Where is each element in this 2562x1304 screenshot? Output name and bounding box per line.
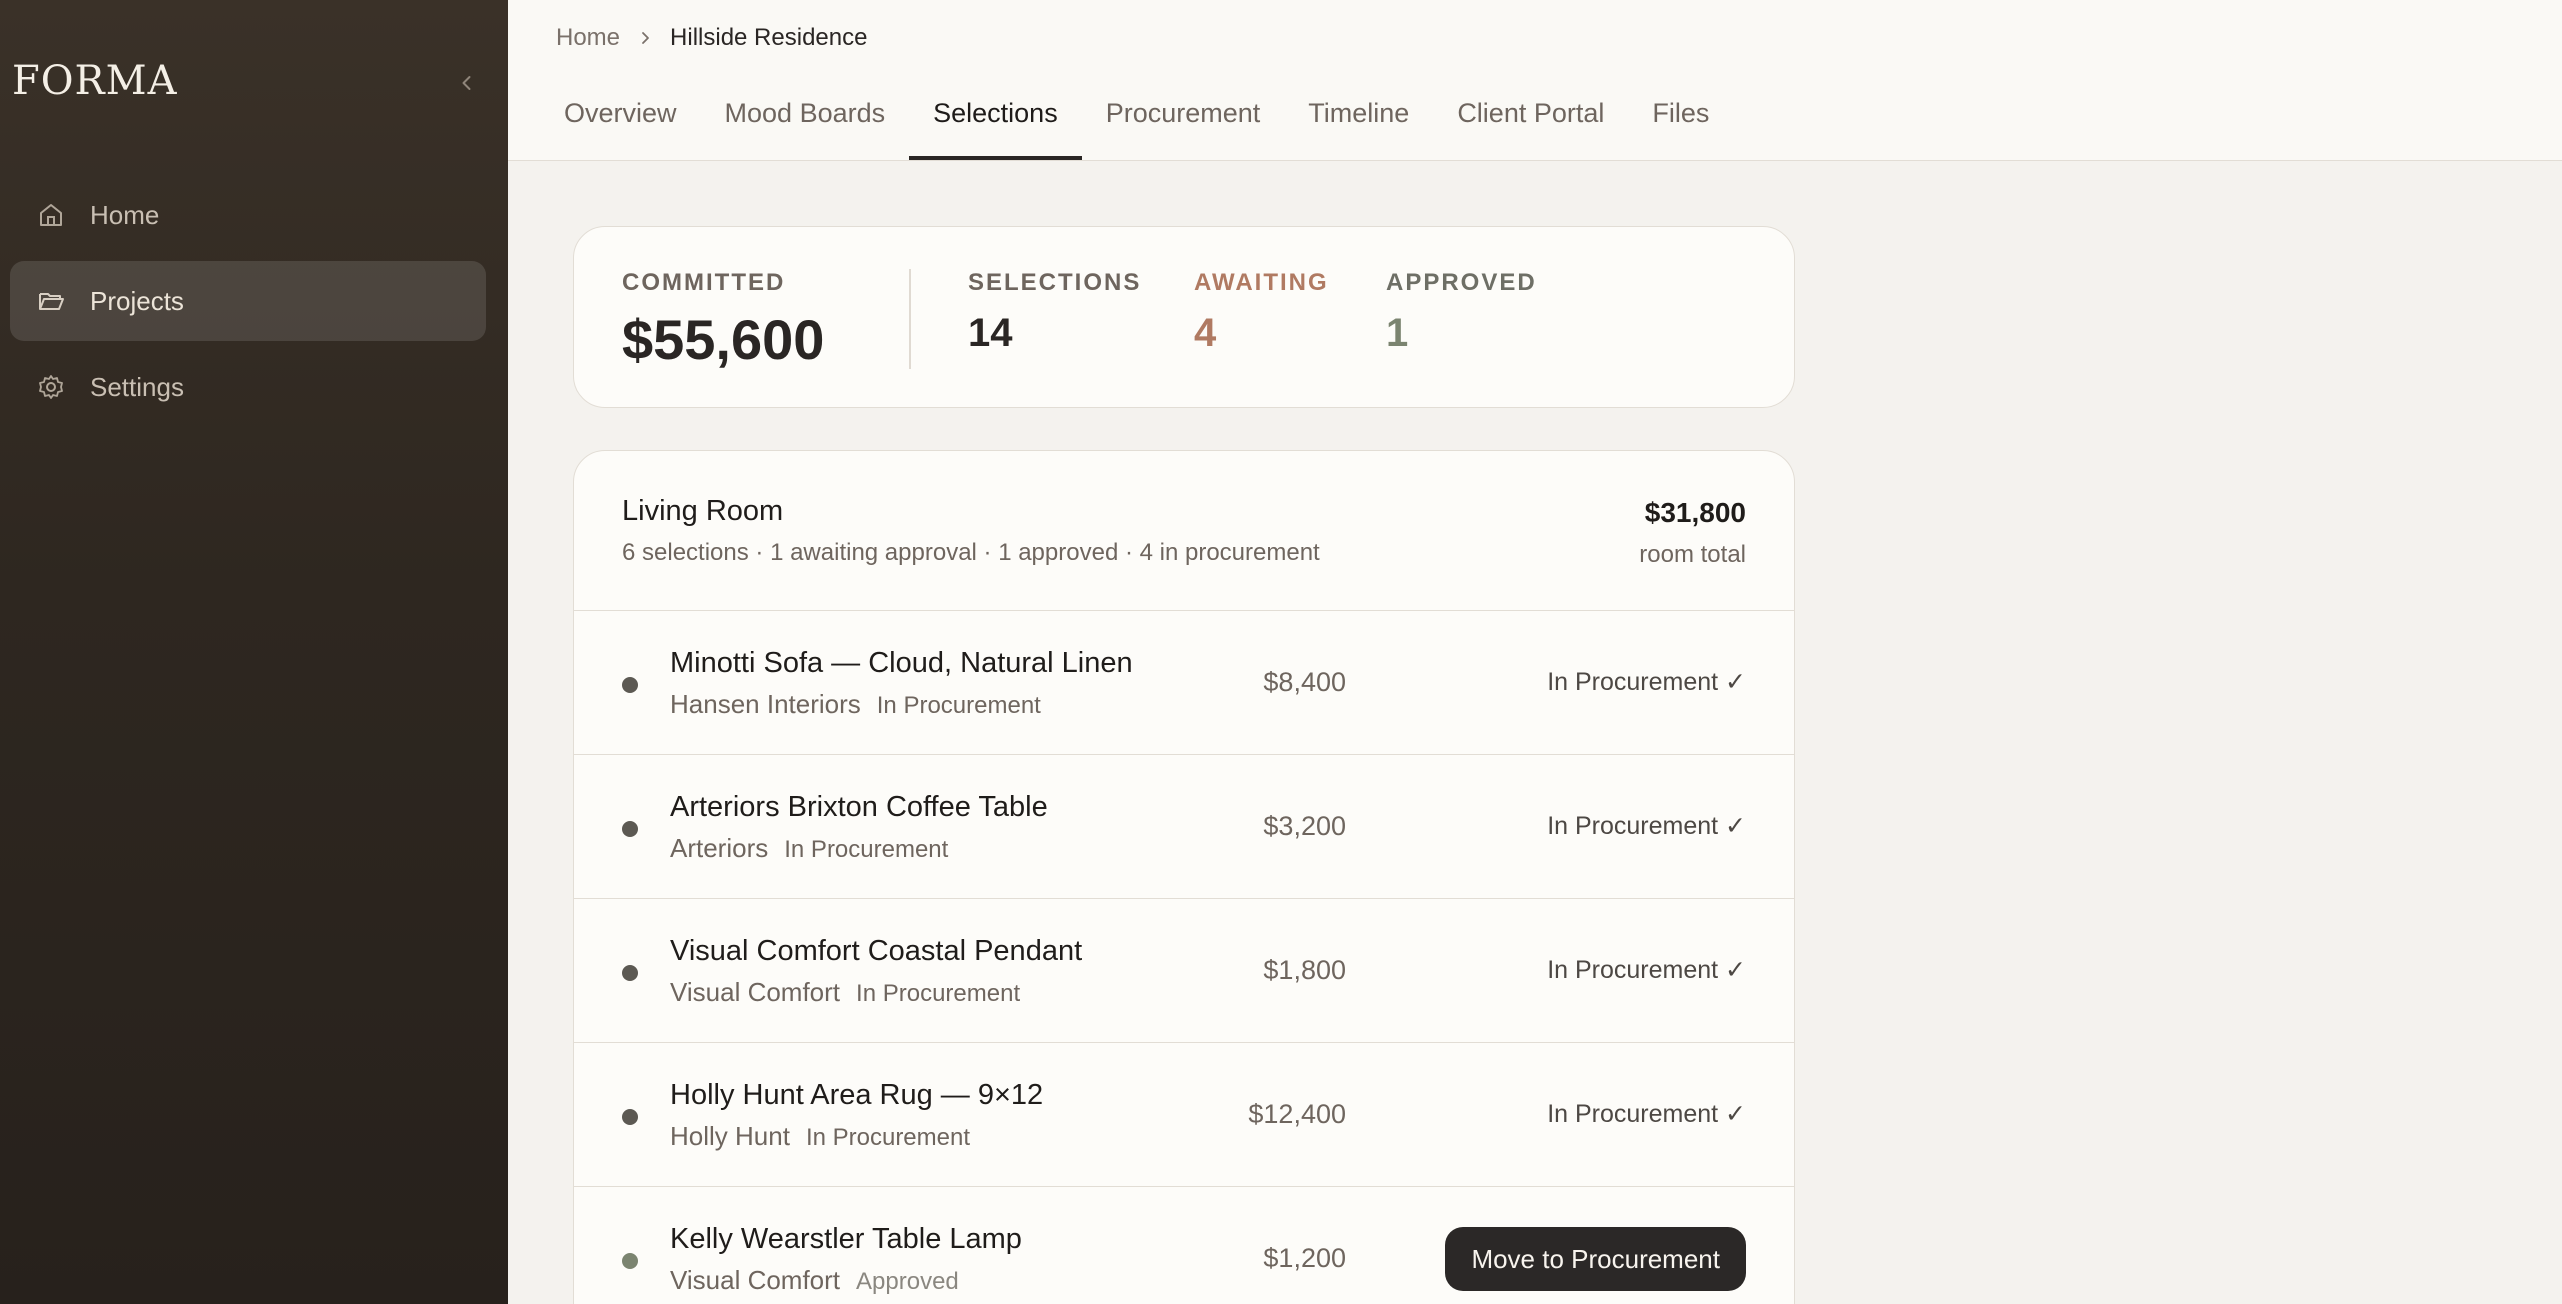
procurement-status: In Procurement ✓ — [1547, 1100, 1746, 1128]
collapse-sidebar-button[interactable] — [452, 70, 482, 100]
item-status: In Procurement — [856, 980, 1021, 1007]
item-sub: Holly Hunt In Procurement — [670, 1121, 970, 1152]
item-price: $1,200 — [1263, 1243, 1346, 1273]
item-status: Approved — [856, 1268, 959, 1295]
summary-divider — [909, 269, 911, 369]
item-sub: Hansen Interiors In Procurement — [670, 689, 1041, 720]
item-status: In Procurement — [805, 1124, 971, 1151]
item-price: $1,800 — [1263, 955, 1346, 985]
room-title: Living Room — [622, 495, 784, 527]
project-tabs: Overview Mood Boards Selections Procurem… — [540, 88, 1733, 160]
approved-label: APPROVED — [1386, 269, 1537, 296]
item-price: $3,200 — [1263, 811, 1346, 841]
main-content: Home Hillside Residence Overview Mood Bo… — [508, 0, 2562, 1304]
room-header[interactable]: Living Room 6 selections · 1 awaiting ap… — [574, 451, 1794, 611]
tab-overview[interactable]: Overview — [540, 88, 701, 160]
item-price: $8,400 — [1263, 667, 1346, 697]
tab-timeline[interactable]: Timeline — [1284, 88, 1433, 160]
gear-icon — [36, 372, 66, 402]
awaiting-value: 4 — [1194, 311, 1217, 355]
item-vendor: Holly Hunt — [670, 1121, 790, 1151]
item-sub: Visual Comfort Approved — [670, 1265, 959, 1296]
tab-procurement[interactable]: Procurement — [1082, 88, 1285, 160]
room-meta: 6 selections · 1 awaiting approval · 1 a… — [622, 539, 1320, 566]
top-bar: Home Hillside Residence Overview Mood Bo… — [508, 0, 2562, 161]
procurement-status: In Procurement ✓ — [1547, 956, 1746, 984]
sidebar-item-label: Home — [90, 199, 160, 230]
item-vendor: Hansen Interiors — [670, 689, 861, 719]
item-name: Arteriors Brixton Coffee Table — [670, 791, 1048, 823]
status-dot — [622, 965, 638, 981]
room-total: $31,800 — [1644, 497, 1746, 528]
home-icon — [36, 200, 66, 230]
room-card-living-room: Living Room 6 selections · 1 awaiting ap… — [573, 450, 1795, 1304]
sidebar-item-label: Settings — [90, 371, 184, 402]
selection-row[interactable]: Arteriors Brixton Coffee Table Arteriors… — [574, 755, 1794, 899]
item-sub: Arteriors In Procurement — [670, 833, 948, 864]
item-sub: Visual Comfort In Procurement — [670, 977, 1020, 1008]
room-total-label: room total — [1639, 541, 1746, 568]
committed-value: $55,600 — [622, 308, 825, 371]
selection-row[interactable]: Minotti Sofa — Cloud, Natural Linen Hans… — [574, 611, 1794, 755]
summary-card: COMMITTED $55,600 SELECTIONS 14 AWAITING… — [573, 226, 1795, 408]
status-dot — [622, 1253, 638, 1269]
tab-files[interactable]: Files — [1628, 88, 1733, 160]
committed-label: COMMITTED — [622, 269, 786, 296]
breadcrumb: Home Hillside Residence — [556, 24, 867, 52]
tab-mood-boards[interactable]: Mood Boards — [701, 88, 910, 160]
sidebar-item-settings[interactable]: Settings — [10, 347, 486, 427]
tab-selections[interactable]: Selections — [909, 88, 1082, 160]
selection-row[interactable]: Kelly Wearstler Table Lamp Visual Comfor… — [574, 1187, 1794, 1304]
item-name: Holly Hunt Area Rug — 9×12 — [670, 1079, 1044, 1111]
item-vendor: Visual Comfort — [670, 977, 841, 1007]
selection-row[interactable]: Visual Comfort Coastal Pendant Visual Co… — [574, 899, 1794, 1043]
item-name: Minotti Sofa — Cloud, Natural Linen — [670, 647, 1133, 679]
selections-label: SELECTIONS — [968, 269, 1142, 296]
item-vendor: Visual Comfort — [670, 1265, 841, 1295]
sidebar-nav: Home Projects Settings — [10, 175, 486, 433]
chevron-right-icon — [638, 31, 652, 45]
brand-logo[interactable]: FORMA — [12, 58, 178, 104]
sidebar-item-home[interactable]: Home — [10, 175, 486, 255]
awaiting-label: AWAITING — [1194, 269, 1329, 296]
breadcrumb-home[interactable]: Home — [556, 24, 620, 52]
status-dot — [622, 677, 638, 693]
breadcrumb-current: Hillside Residence — [670, 24, 868, 51]
sidebar: FORMA Home Projects Settings — [0, 0, 508, 1304]
sidebar-item-label: Projects — [90, 285, 184, 316]
approved-value: 1 — [1386, 311, 1409, 355]
procurement-status: In Procurement ✓ — [1547, 812, 1746, 840]
procurement-status: In Procurement ✓ — [1547, 668, 1746, 696]
status-dot — [622, 1109, 638, 1125]
tab-client-portal[interactable]: Client Portal — [1433, 88, 1628, 160]
move-to-procurement-button[interactable]: Move to Procurement — [1445, 1227, 1746, 1291]
item-name: Kelly Wearstler Table Lamp — [670, 1223, 1022, 1255]
selection-row[interactable]: Holly Hunt Area Rug — 9×12 Holly Hunt In… — [574, 1043, 1794, 1187]
status-dot — [622, 821, 638, 837]
item-vendor: Arteriors — [670, 833, 769, 863]
folder-open-icon — [36, 286, 66, 316]
item-price: $12,400 — [1248, 1099, 1346, 1129]
selections-value: 14 — [968, 311, 1013, 355]
chevron-left-icon — [458, 74, 476, 97]
item-status: In Procurement — [876, 692, 1041, 719]
sidebar-item-projects[interactable]: Projects — [10, 261, 486, 341]
item-status: In Procurement — [784, 836, 949, 863]
item-name: Visual Comfort Coastal Pendant — [670, 935, 1083, 967]
